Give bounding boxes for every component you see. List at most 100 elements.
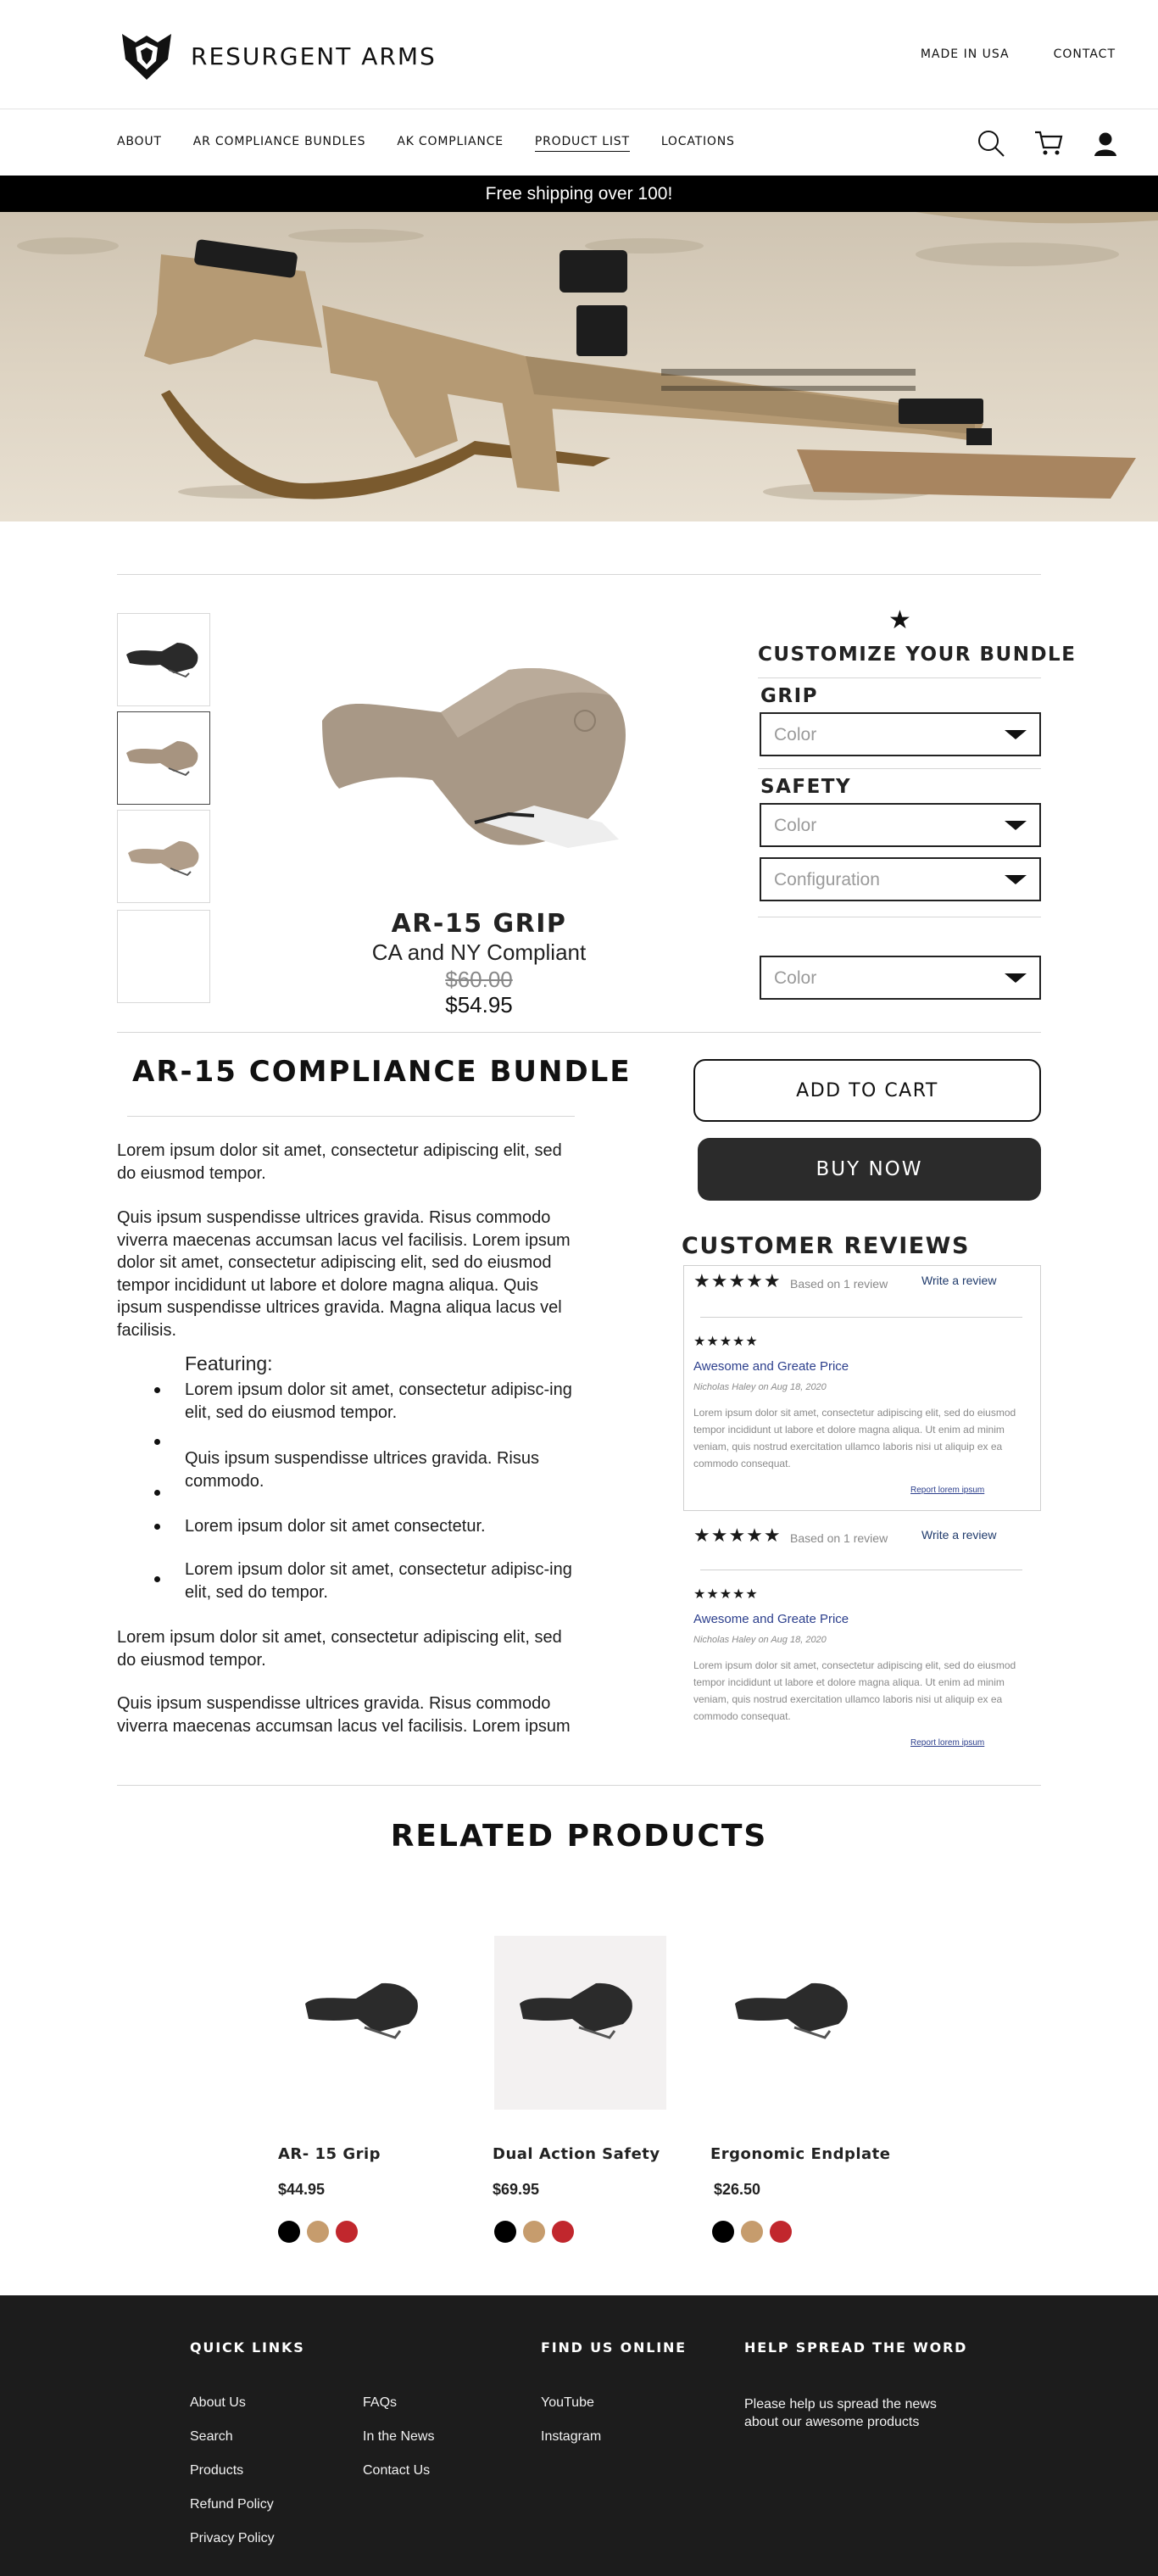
- color-swatch-black[interactable]: [494, 2221, 516, 2243]
- chevron-down-icon: [1005, 973, 1027, 983]
- color-swatch-black[interactable]: [712, 2221, 734, 2243]
- instagram-link[interactable]: Instagram: [541, 2429, 601, 2445]
- product-thumbnail[interactable]: [117, 810, 210, 903]
- related-product-name[interactable]: AR- 15 Grip: [278, 2145, 381, 2163]
- footer-link[interactable]: Products: [190, 2463, 243, 2478]
- review-on: on: [758, 1635, 769, 1645]
- review-stars: ★★★★★: [693, 1335, 759, 1349]
- add-to-cart-button[interactable]: ADD TO CART: [693, 1059, 1041, 1122]
- divider: [117, 574, 1041, 575]
- footer-link[interactable]: FAQs: [363, 2395, 397, 2411]
- chevron-down-icon: [1005, 730, 1027, 739]
- footer-link[interactable]: Contact Us: [363, 2463, 430, 2478]
- site-header: RESURGENT ARMS MADE IN USA CONTACT: [0, 0, 1158, 109]
- divider: [117, 1032, 1041, 1033]
- featuring-label: Featuring:: [185, 1352, 273, 1374]
- brand-logo-icon[interactable]: [119, 31, 175, 83]
- related-product-name[interactable]: Ergonomic Endplate: [710, 2145, 890, 2163]
- review-headline: Awesome and Greate Price: [693, 1612, 849, 1626]
- brand-name[interactable]: RESURGENT ARMS: [191, 42, 437, 70]
- color-swatch-red[interactable]: [336, 2221, 358, 2243]
- bundle-title: AR-15 COMPLIANCE BUNDLE: [132, 1055, 632, 1089]
- star-icon: ★: [888, 606, 911, 634]
- spread-word-text: Please help us spread the news about our…: [744, 2397, 937, 2429]
- rating-stars: ★★★★★: [693, 1270, 782, 1291]
- extra-color-select[interactable]: Color: [760, 956, 1041, 1000]
- footer-link[interactable]: Refund Policy: [190, 2497, 274, 2512]
- nav-locations[interactable]: LOCATIONS: [661, 135, 735, 152]
- color-swatch-red[interactable]: [552, 2221, 574, 2243]
- grip-tan-icon: [126, 741, 198, 777]
- grip-tan-icon: [128, 841, 199, 877]
- report-review-link[interactable]: Report lorem ipsum: [910, 1738, 984, 1748]
- based-on-text: Based on 1 review: [790, 1277, 888, 1291]
- write-review-link[interactable]: Write a review: [921, 1274, 996, 1287]
- related-product-image[interactable]: [494, 1936, 666, 2110]
- contact-link[interactable]: CONTACT: [1054, 47, 1116, 61]
- nav-ak-compliance[interactable]: AK COMPLIANCE: [397, 135, 504, 152]
- spread-word-title: HELP SPREAD THE WORD: [744, 2339, 968, 2356]
- youtube-link[interactable]: YouTube: [541, 2395, 594, 2411]
- nav-product-list[interactable]: PRODUCT LIST: [534, 135, 630, 152]
- footer-link[interactable]: Search: [190, 2429, 233, 2445]
- product-old-price: $60.00: [445, 967, 513, 992]
- site-footer: QUICK LINKS About Us Search Products Ref…: [0, 2295, 1158, 2576]
- review-stars: ★★★★★: [693, 1587, 759, 1602]
- report-review-link[interactable]: Report lorem ipsum: [910, 1486, 984, 1495]
- customize-title: CUSTOMIZE YOUR BUNDLE: [758, 644, 1077, 666]
- product-thumbnail[interactable]: [117, 711, 210, 805]
- divider: [700, 1317, 1022, 1318]
- find-us-title: FIND US ONLINE: [541, 2339, 687, 2356]
- quick-links-title: QUICK LINKS: [190, 2339, 305, 2356]
- related-product-price: $69.95: [493, 2181, 540, 2198]
- review-body: Lorem ipsum dolor sit amet, consectetur …: [693, 1407, 1016, 1469]
- related-product-name[interactable]: Dual Action Safety: [493, 2145, 660, 2163]
- grip-label: GRIP: [760, 685, 819, 707]
- product-subtitle: CA and NY Compliant: [371, 940, 587, 965]
- review-on: on: [758, 1382, 769, 1392]
- free-shipping-banner: Free shipping over 100!: [0, 176, 1158, 212]
- bullet-icon: [154, 1387, 160, 1393]
- product-name: AR-15 GRIP: [391, 909, 567, 939]
- bullet-icon: [154, 1490, 160, 1496]
- search-icon[interactable]: [977, 129, 1005, 158]
- product-main-image: [322, 668, 626, 848]
- related-product-image[interactable]: [710, 1936, 882, 2110]
- safety-label: SAFETY: [760, 776, 852, 798]
- divider: [758, 677, 1041, 678]
- footer-link[interactable]: Privacy Policy: [190, 2531, 275, 2546]
- write-review-link[interactable]: Write a review: [921, 1528, 996, 1542]
- nav-ar-compliance-bundles[interactable]: AR COMPLIANCE BUNDLES: [193, 135, 366, 152]
- grip-color-select[interactable]: Color: [760, 712, 1041, 756]
- color-swatch-tan[interactable]: [307, 2221, 329, 2243]
- reviews-title: CUSTOMER REVIEWS: [682, 1233, 970, 1259]
- cart-icon[interactable]: [1034, 131, 1063, 156]
- product-thumbnail[interactable]: [117, 613, 210, 706]
- feature-item: Lorem ipsum dolor sit amet consectetur.: [185, 1517, 486, 1536]
- feature-item: Quis ipsum suspendisse ultrices gravida.…: [185, 1449, 539, 1491]
- bundle-paragraph: Quis ipsum suspendisse ultrices gravida.…: [117, 1694, 571, 1736]
- color-swatch-red[interactable]: [770, 2221, 792, 2243]
- color-swatch-black[interactable]: [278, 2221, 300, 2243]
- extra-color-placeholder: Color: [774, 968, 817, 988]
- product-thumbnail[interactable]: [117, 910, 210, 1003]
- grip-black-icon: [126, 643, 198, 678]
- safety-configuration-select[interactable]: Configuration: [760, 857, 1041, 901]
- feature-item: Lorem ipsum dolor sit amet, consectetur …: [185, 1560, 572, 1602]
- footer-link[interactable]: About Us: [190, 2395, 246, 2411]
- related-product-price: $44.95: [278, 2181, 326, 2198]
- chevron-down-icon: [1005, 875, 1027, 884]
- user-icon[interactable]: [1094, 131, 1117, 157]
- bullet-icon: [154, 1524, 160, 1530]
- chevron-down-icon: [1005, 821, 1027, 830]
- color-swatch-tan[interactable]: [523, 2221, 545, 2243]
- footer-link[interactable]: In the News: [363, 2429, 434, 2445]
- color-swatch-tan[interactable]: [741, 2221, 763, 2243]
- buy-now-button[interactable]: BUY NOW: [698, 1138, 1041, 1201]
- made-in-usa-link[interactable]: MADE IN USA: [921, 47, 1010, 61]
- review-body: Lorem ipsum dolor sit amet, consectetur …: [693, 1659, 1016, 1722]
- nav-about[interactable]: ABOUT: [117, 135, 162, 152]
- grip-color-placeholder: Color: [774, 725, 817, 744]
- related-product-image[interactable]: [280, 1936, 452, 2110]
- safety-color-select[interactable]: Color: [760, 803, 1041, 847]
